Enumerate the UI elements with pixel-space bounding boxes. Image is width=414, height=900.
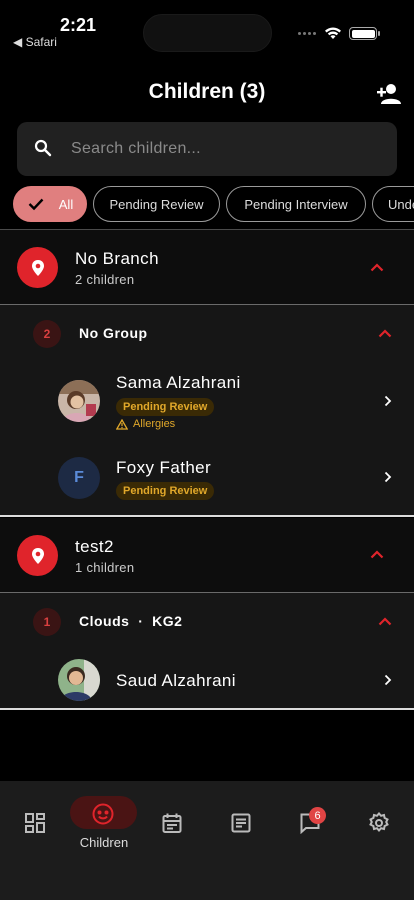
- child-name: Foxy Father: [116, 458, 212, 477]
- child-name: Sama Alzahrani: [116, 373, 241, 392]
- chevron-up-icon[interactable]: [370, 550, 384, 559]
- status-time: 2:21: [60, 15, 97, 35]
- allergy-indicator: Allergies: [116, 418, 175, 430]
- avatar: [58, 659, 100, 701]
- branch-name: test2: [75, 537, 114, 556]
- divider: [0, 708, 414, 710]
- chevron-right-icon[interactable]: [384, 395, 392, 407]
- status-badge: Pending Review: [116, 482, 215, 500]
- children-list: Sama Alzahrani Pending Review Allergies …: [0, 363, 414, 515]
- messages-count-badge: 6: [309, 807, 326, 824]
- battery-icon: [349, 27, 380, 40]
- avatar: [58, 380, 100, 422]
- divider: [0, 515, 414, 517]
- wifi-icon: [325, 27, 341, 39]
- status-bar: 2:21 ◀ Safari: [0, 0, 414, 60]
- location-pin-icon: [17, 535, 58, 576]
- bottom-nav: Children: [0, 781, 414, 900]
- group-count-badge: 1: [33, 608, 61, 636]
- search-icon: [34, 139, 52, 157]
- chevron-right-icon[interactable]: [384, 471, 392, 483]
- nav-dashboard[interactable]: [5, 781, 65, 851]
- status-badge: Pending Review: [116, 398, 215, 416]
- filter-chip-partial[interactable]: Unde: [372, 186, 414, 222]
- group-row-no-group[interactable]: 2 No Group: [0, 305, 414, 363]
- filter-chip-pending-interview[interactable]: Pending Interview: [226, 186, 366, 222]
- children-list: Saud Alzahrani: [0, 651, 414, 708]
- nav-notes[interactable]: [211, 781, 271, 851]
- filter-chip-label: All: [58, 196, 74, 212]
- dashboard-icon: [25, 813, 45, 833]
- location-pin-icon: [17, 247, 58, 288]
- page-title: Children (3): [148, 80, 266, 103]
- group-count-badge: 2: [33, 320, 61, 348]
- group-row-clouds[interactable]: 1 Clouds · KG2: [0, 593, 414, 651]
- notes-icon: [231, 813, 251, 833]
- nav-calendar[interactable]: [142, 781, 202, 851]
- nav-settings[interactable]: [349, 781, 409, 851]
- filter-chips: All Pending Review Pending Interview Und…: [13, 186, 414, 222]
- chevron-up-icon[interactable]: [370, 263, 384, 272]
- filter-chip-label: Pending Interview: [244, 196, 348, 212]
- settings-icon: [369, 812, 389, 833]
- dynamic-island: [143, 14, 272, 52]
- check-icon: [28, 198, 44, 211]
- calendar-icon: [162, 813, 182, 833]
- group-name: Clouds · KG2: [79, 613, 183, 629]
- warning-icon: [116, 418, 128, 430]
- person-add-icon[interactable]: [376, 82, 402, 106]
- filter-chip-all[interactable]: All: [13, 186, 87, 222]
- list-item-child[interactable]: Sama Alzahrani Pending Review Allergies: [0, 363, 414, 439]
- allergy-label: Allergies: [133, 418, 176, 430]
- branch-row-test2[interactable]: test2 1 children: [0, 518, 414, 592]
- nav-label-children[interactable]: Children: [63, 835, 145, 850]
- chevron-up-icon[interactable]: [378, 617, 392, 626]
- child-name: Saud Alzahrani: [116, 671, 236, 690]
- avatar: F: [58, 457, 100, 499]
- branch-row-no-branch[interactable]: No Branch 2 children: [0, 230, 414, 304]
- list-item-child[interactable]: Saud Alzahrani: [0, 651, 414, 708]
- chevron-up-icon[interactable]: [378, 329, 392, 338]
- filter-chip-pending-review[interactable]: Pending Review: [93, 186, 220, 222]
- search-input[interactable]: Search children...: [17, 122, 397, 176]
- filter-chip-label: Unde: [388, 196, 414, 212]
- list-item-child[interactable]: F Foxy Father Pending Review: [0, 439, 414, 515]
- branch-count: 1 children: [75, 560, 135, 575]
- branch-name: No Branch: [75, 249, 159, 268]
- search-placeholder: Search children...: [71, 140, 201, 157]
- group-name: No Group: [79, 325, 148, 341]
- child-face-icon: [92, 803, 114, 825]
- back-to-safari-link[interactable]: ◀ Safari: [13, 35, 57, 49]
- cellular-signal-icon: [298, 32, 316, 35]
- branch-count: 2 children: [75, 272, 135, 287]
- chevron-right-icon[interactable]: [384, 674, 392, 686]
- filter-chip-label: Pending Review: [109, 196, 204, 212]
